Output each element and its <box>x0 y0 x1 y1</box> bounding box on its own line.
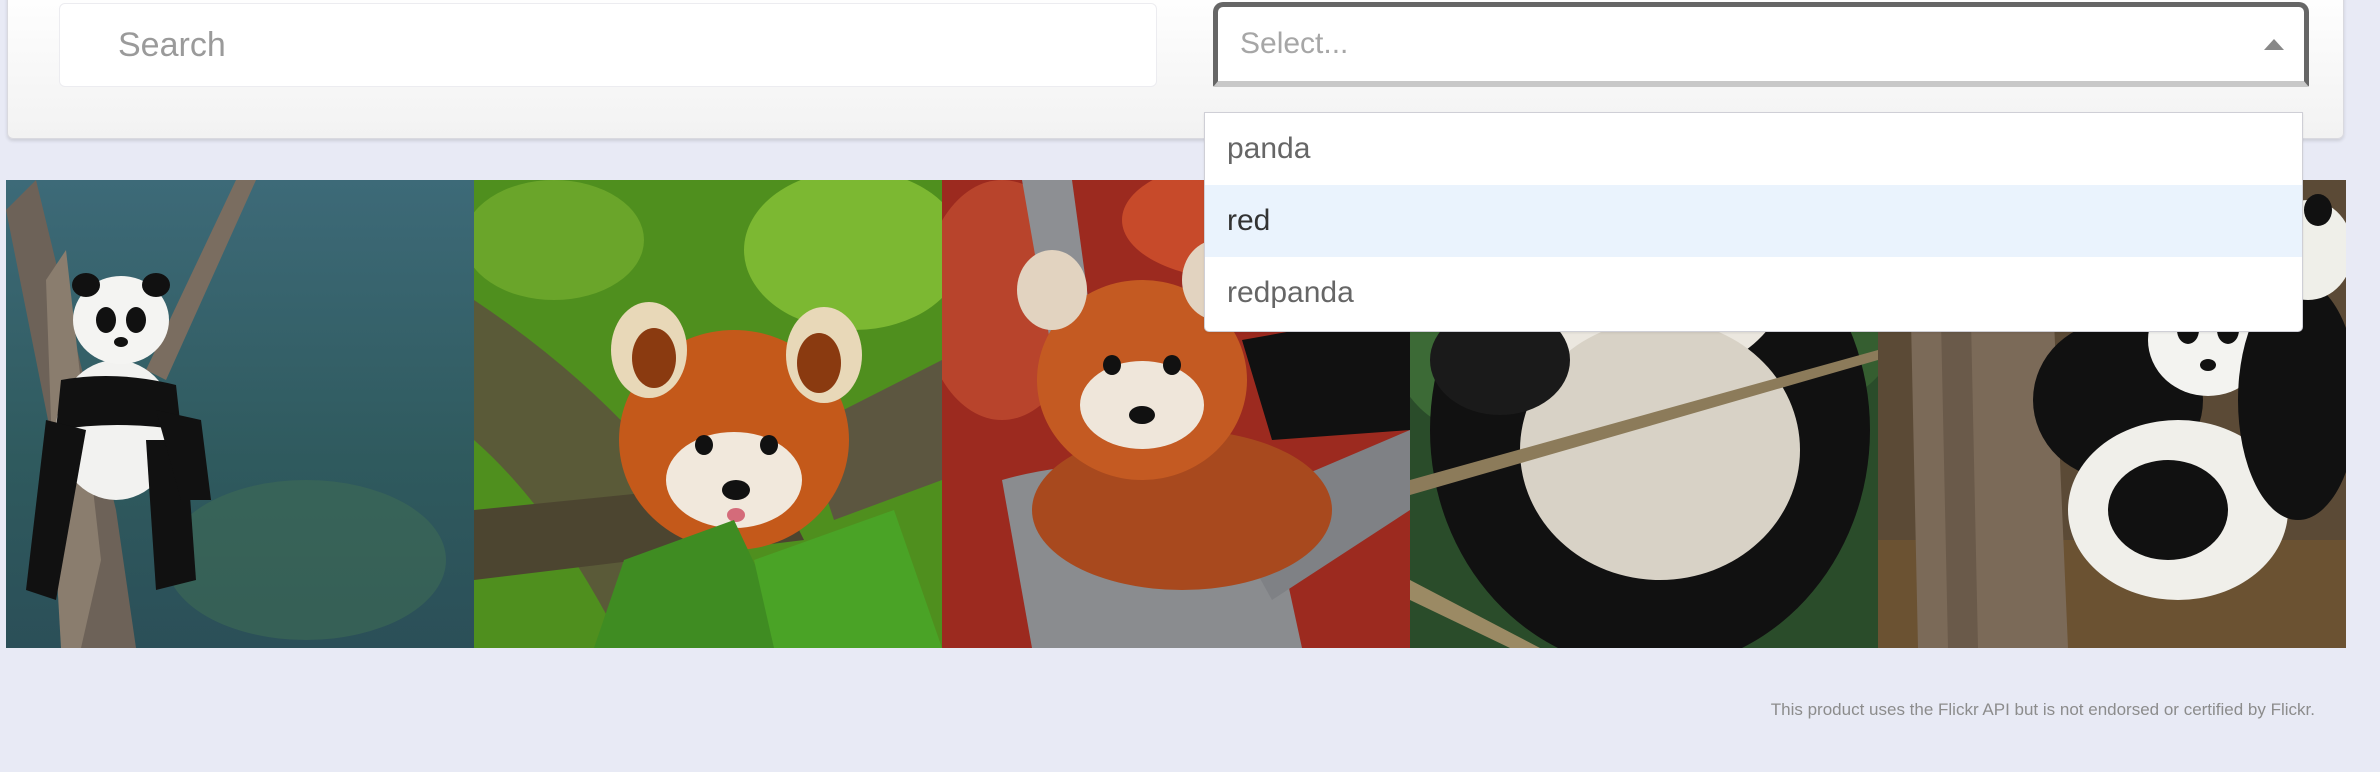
flickr-disclaimer: This product uses the Flickr API but is … <box>1770 700 2315 719</box>
search-input[interactable] <box>60 4 1156 86</box>
search-box[interactable] <box>59 3 1157 87</box>
tag-select[interactable]: Select... <box>1213 2 2309 87</box>
select-menu: panda red redpanda <box>1204 112 2303 332</box>
select-option-red[interactable]: red <box>1205 185 2302 257</box>
photo-red-panda-leaves[interactable] <box>474 180 942 648</box>
select-option-panda[interactable]: panda <box>1205 113 2302 185</box>
select-option-redpanda[interactable]: redpanda <box>1205 257 2302 329</box>
select-placeholder: Select... <box>1240 27 1349 60</box>
photo-panda-tree[interactable] <box>6 180 474 648</box>
triangle-up-icon[interactable] <box>2264 38 2284 50</box>
